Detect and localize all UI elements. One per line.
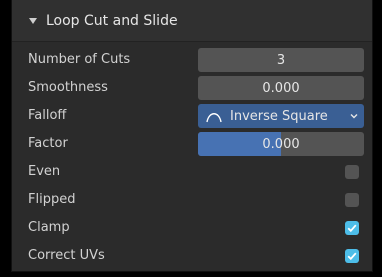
factor-value: 0.000	[262, 136, 300, 152]
row-clamp: Clamp	[12, 216, 372, 240]
number-of-cuts-field[interactable]: 3	[198, 48, 364, 72]
panel-header[interactable]: Loop Cut and Slide	[12, 0, 372, 41]
falloff-label: Falloff	[28, 108, 67, 123]
panel-title: Loop Cut and Slide	[46, 12, 178, 29]
row-factor: Factor 0.000	[12, 132, 372, 156]
flipped-label: Flipped	[28, 192, 76, 207]
inverse-square-curve-icon	[206, 113, 222, 123]
smoothness-field[interactable]: 0.000	[198, 76, 364, 100]
even-label: Even	[28, 164, 61, 179]
checkmark-icon	[347, 224, 357, 233]
falloff-dropdown[interactable]: Inverse Square	[198, 104, 364, 128]
number-of-cuts-value: 3	[276, 52, 286, 68]
row-smoothness: Smoothness 0.000	[12, 76, 372, 100]
smoothness-label: Smoothness	[28, 80, 108, 95]
row-correct-uvs: Correct UVs	[12, 244, 372, 268]
even-checkbox[interactable]	[345, 165, 359, 179]
correct-uvs-checkbox[interactable]	[345, 249, 359, 263]
correct-uvs-label: Correct UVs	[28, 248, 105, 263]
number-of-cuts-label: Number of Cuts	[28, 52, 131, 67]
clamp-checkbox[interactable]	[345, 221, 359, 235]
flipped-checkbox[interactable]	[345, 193, 359, 207]
checkmark-icon	[347, 252, 357, 261]
smoothness-value: 0.000	[262, 80, 300, 96]
collapse-arrow-icon[interactable]	[29, 17, 37, 24]
row-number-of-cuts: Number of Cuts 3	[12, 48, 372, 72]
row-falloff: Falloff Inverse Square	[12, 104, 372, 128]
row-even: Even	[12, 160, 372, 184]
factor-slider[interactable]: 0.000	[198, 132, 364, 156]
factor-label: Factor	[28, 136, 68, 151]
header-divider	[12, 41, 372, 42]
clamp-label: Clamp	[28, 220, 70, 235]
operator-panel: Loop Cut and Slide Number of Cuts 3 Smoo…	[11, 0, 373, 272]
falloff-value: Inverse Square	[230, 108, 328, 124]
chevron-down-icon	[350, 114, 358, 119]
row-flipped: Flipped	[12, 188, 372, 212]
